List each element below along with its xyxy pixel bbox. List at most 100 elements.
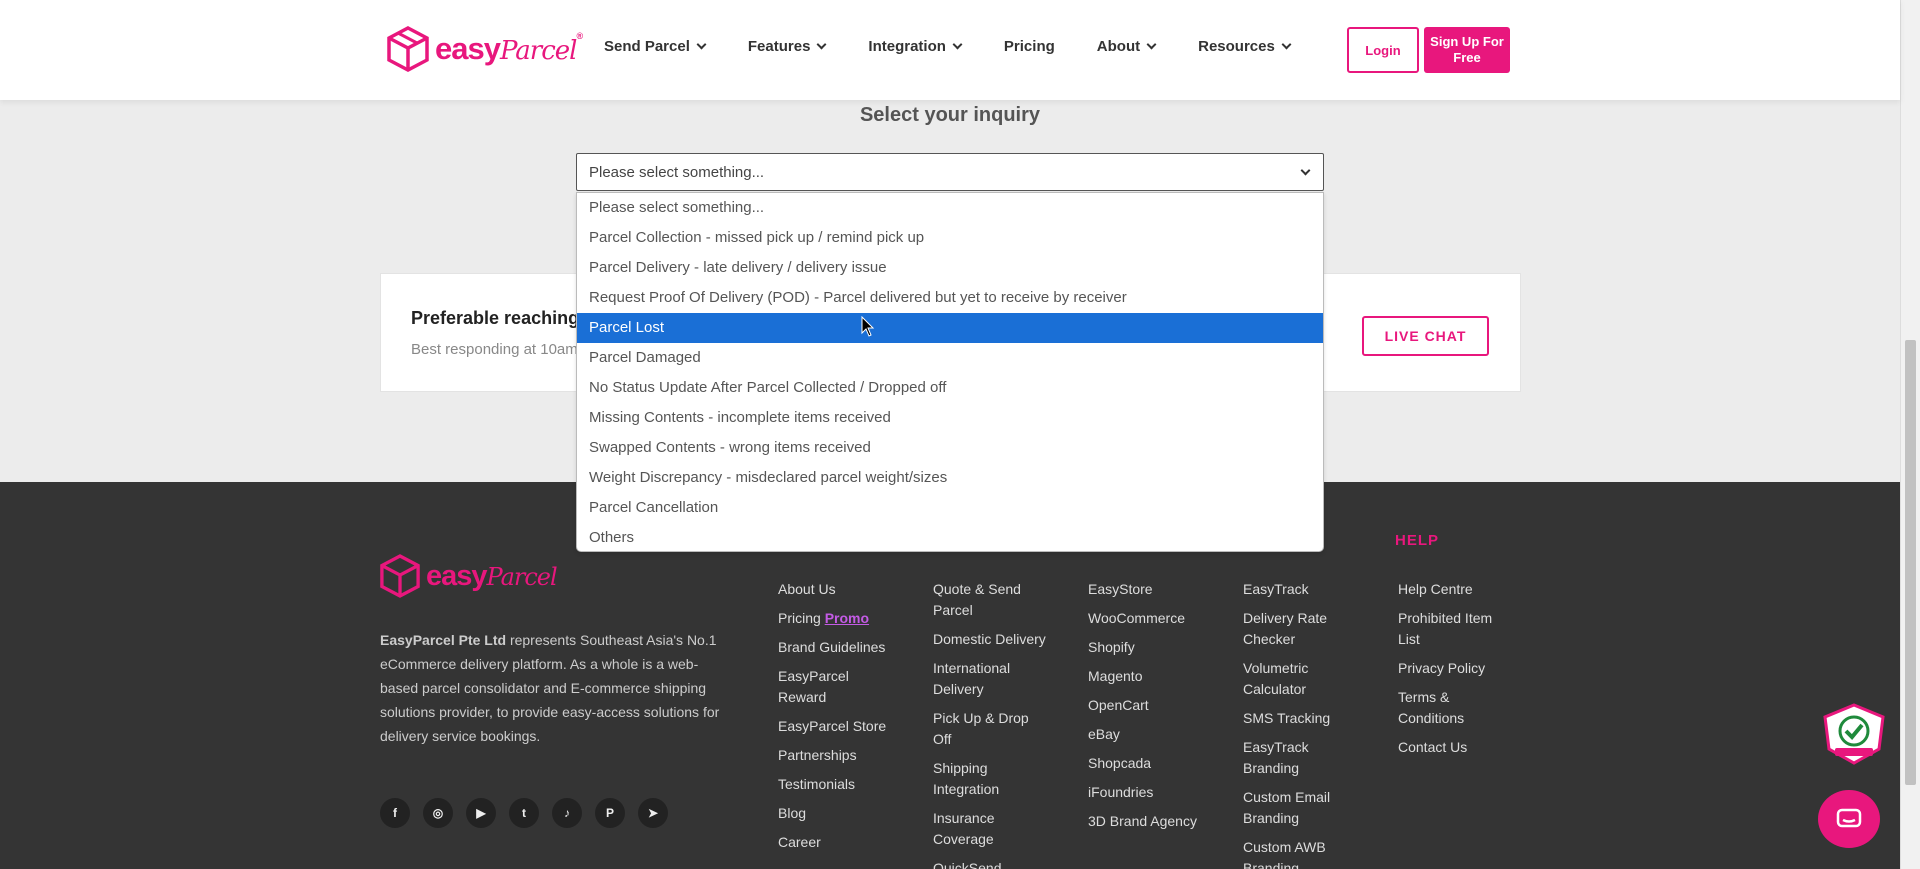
footer-col-help: Help Centre Prohibited Item List Privacy…	[1398, 579, 1518, 766]
footer-link[interactable]: EasyParcel Store	[778, 716, 898, 737]
footer-link[interactable]: Blog	[778, 803, 898, 824]
contact-card-title: Preferable reaching t	[411, 308, 591, 328]
footer-link[interactable]: QuickSend	[933, 858, 1053, 869]
live-chat-button[interactable]: LIVE CHAT	[1362, 316, 1489, 356]
dropdown-option[interactable]: Swapped Contents - wrong items received	[577, 433, 1323, 463]
box-logo-icon	[380, 554, 420, 598]
footer-link[interactable]: SMS Tracking	[1243, 708, 1363, 729]
inquiry-select[interactable]: Please select something...	[576, 153, 1324, 191]
footer-link[interactable]: Brand Guidelines	[778, 637, 898, 658]
tiktok-icon[interactable]: ♪	[552, 798, 582, 828]
chevron-down-icon	[816, 39, 827, 50]
footer-brand-name: easy	[426, 559, 488, 592]
footer-link[interactable]: Contact Us	[1398, 737, 1518, 758]
footer-link[interactable]: Magento	[1088, 666, 1208, 687]
company-description: EasyParcel Pte Ltd represents Southeast …	[380, 628, 730, 748]
nav-send-parcel[interactable]: Send Parcel	[604, 38, 707, 55]
nav-integration[interactable]: Integration	[868, 38, 963, 55]
footer-link[interactable]: Terms & Conditions	[1398, 687, 1488, 729]
nav-pricing[interactable]: Pricing	[1004, 38, 1055, 55]
dropdown-option[interactable]: Parcel Delivery - late delivery / delive…	[577, 253, 1323, 283]
company-name: EasyParcel Pte Ltd	[380, 632, 507, 648]
promo-badge[interactable]: Promo	[825, 610, 869, 626]
footer-link[interactable]: Career	[778, 832, 898, 853]
footer-col-tools: EasyTrack Delivery Rate Checker Volumetr…	[1243, 579, 1363, 869]
footer-link[interactable]: Prohibited Item List	[1398, 608, 1498, 650]
footer-link[interactable]: EasyParcel Reward	[778, 666, 853, 708]
social-links: f ◎ ▶ t ♪ P ➤	[380, 798, 681, 828]
scrollbar-thumb[interactable]	[1905, 340, 1916, 785]
dropdown-option[interactable]: Weight Discrepancy - misdeclared parcel …	[577, 463, 1323, 493]
footer-link[interactable]: OpenCart	[1088, 695, 1208, 716]
dropdown-option[interactable]: No Status Update After Parcel Collected …	[577, 373, 1323, 403]
footer-link[interactable]: About Us	[778, 579, 898, 600]
instagram-icon[interactable]: ◎	[423, 798, 453, 828]
footer-link[interactable]: iFoundries	[1088, 782, 1208, 803]
easycover-shield-icon[interactable]	[1821, 703, 1887, 765]
footer-link[interactable]: eBay	[1088, 724, 1208, 745]
footer-link[interactable]: Shipping Integration	[933, 758, 1013, 800]
footer-brand-script: Parcel	[486, 562, 558, 591]
footer-link[interactable]: International Delivery	[933, 658, 1023, 700]
footer-link[interactable]: Custom AWB Branding	[1243, 837, 1333, 869]
dropdown-option[interactable]: Parcel Collection - missed pick up / rem…	[577, 223, 1323, 253]
company-description-text: represents Southeast Asia's No.1 eCommer…	[380, 632, 720, 744]
dropdown-option-highlighted[interactable]: Parcel Lost	[577, 313, 1323, 343]
footer-link[interactable]: EasyTrack Branding	[1243, 737, 1323, 779]
dropdown-option[interactable]: Parcel Damaged	[577, 343, 1323, 373]
login-button[interactable]: Login	[1347, 27, 1419, 73]
footer-link[interactable]: EasyStore	[1088, 579, 1208, 600]
facebook-icon[interactable]: f	[380, 798, 410, 828]
inquiry-title: Select your inquiry	[859, 104, 1041, 126]
footer-link[interactable]: Shopcada	[1088, 753, 1208, 774]
footer-col-company: About Us Pricing Promo Brand Guidelines …	[778, 579, 898, 861]
chat-icon	[1836, 808, 1862, 828]
chevron-down-icon	[952, 39, 963, 50]
dropdown-option[interactable]: Please select something...	[577, 193, 1323, 223]
nav-resources[interactable]: Resources	[1198, 38, 1292, 55]
box-logo-icon	[387, 26, 429, 72]
footer-link[interactable]: WooCommerce	[1088, 608, 1208, 629]
dropdown-option[interactable]: Missing Contents - incomplete items rece…	[577, 403, 1323, 433]
dropdown-option[interactable]: Request Proof Of Delivery (POD) - Parcel…	[577, 283, 1323, 313]
footer-link-pricing[interactable]: Pricing Promo	[778, 608, 898, 629]
footer-link[interactable]: Delivery Rate Checker	[1243, 608, 1333, 650]
footer-link[interactable]: Custom Email Branding	[1243, 787, 1333, 829]
footer-link[interactable]: Help Centre	[1398, 579, 1518, 600]
inquiry-select-value: Please select something...	[589, 164, 765, 181]
brand-name: easy	[435, 31, 501, 66]
footer-link[interactable]: Pick Up & Drop Off	[933, 708, 1033, 750]
chevron-down-icon	[1281, 39, 1292, 50]
twitter-icon[interactable]: t	[509, 798, 539, 828]
dropdown-option[interactable]: Others	[577, 523, 1323, 553]
chevron-down-icon	[696, 39, 707, 50]
footer-link[interactable]: Testimonials	[778, 774, 898, 795]
easyparcel-logo[interactable]: easyParcel®	[387, 26, 583, 72]
pinterest-icon[interactable]: P	[595, 798, 625, 828]
footer-link[interactable]: Volumetric Calculator	[1243, 658, 1333, 700]
telegram-icon[interactable]: ➤	[638, 798, 668, 828]
dropdown-option[interactable]: Parcel Cancellation	[577, 493, 1323, 523]
nav-about[interactable]: About	[1097, 38, 1157, 55]
footer-col-services: Quote & Send Parcel Domestic Delivery In…	[933, 579, 1053, 869]
footer-logo[interactable]: easyParcel	[380, 554, 558, 598]
chat-widget-button[interactable]	[1818, 790, 1880, 848]
contact-card-subtitle: Best responding at 10am	[411, 341, 578, 358]
footer-link[interactable]: Domestic Delivery	[933, 629, 1053, 650]
footer-link[interactable]: Partnerships	[778, 745, 898, 766]
footer-col-integrations: EasyStore WooCommerce Shopify Magento Op…	[1088, 579, 1208, 840]
footer-link[interactable]: Quote & Send Parcel	[933, 579, 1028, 621]
footer-link[interactable]: Privacy Policy	[1398, 658, 1518, 679]
signup-button[interactable]: Sign Up For Free	[1424, 27, 1510, 73]
footer-link[interactable]: Insurance Coverage	[933, 808, 1013, 850]
footer-link[interactable]: 3D Brand Agency	[1088, 811, 1208, 832]
help-heading: HELP	[1395, 532, 1440, 549]
brand-script: Parcel	[499, 36, 578, 66]
page-scrollbar[interactable]	[1900, 0, 1920, 869]
youtube-icon[interactable]: ▶	[466, 798, 496, 828]
inquiry-dropdown-list: Please select something... Parcel Collec…	[576, 192, 1324, 552]
main-nav: Send Parcel Features Integration Pricing…	[604, 38, 1292, 55]
footer-link[interactable]: EasyTrack	[1243, 579, 1363, 600]
nav-features[interactable]: Features	[748, 38, 827, 55]
footer-link[interactable]: Shopify	[1088, 637, 1208, 658]
